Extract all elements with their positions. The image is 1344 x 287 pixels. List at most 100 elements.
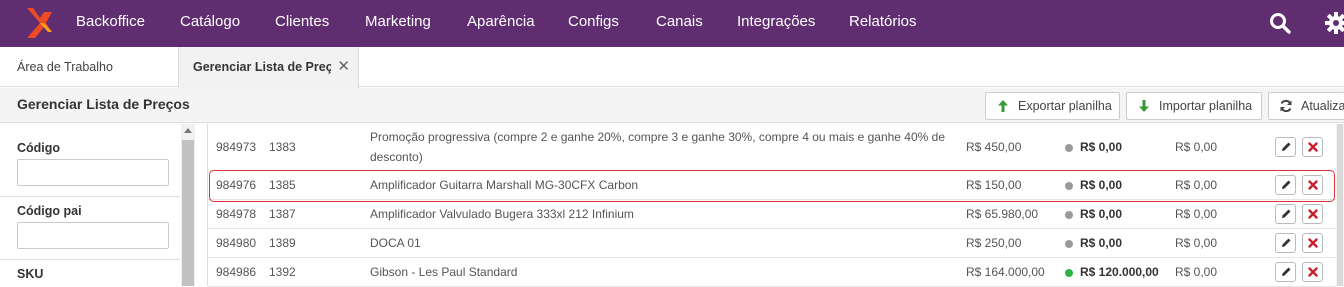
- edit-button[interactable]: [1275, 137, 1296, 157]
- scrollbar-thumb[interactable]: [182, 140, 194, 286]
- cell-id: 984973: [216, 140, 257, 154]
- status-dot: [1065, 144, 1073, 152]
- cell-description: Amplificador Valvulado Bugera 333xl 212 …: [370, 207, 634, 221]
- cell-price: R$ 65.980,00: [966, 207, 1039, 221]
- pencil-icon: [1282, 238, 1291, 247]
- delete-button[interactable]: [1302, 233, 1323, 253]
- cell-extra-price: R$ 0,00: [1175, 265, 1218, 279]
- price-list-table: 984973 1383 Promoção progressiva (compre 2…: [208, 124, 1336, 287]
- x-icon: [1308, 238, 1318, 248]
- pencil-icon: [1282, 209, 1291, 218]
- cell-extra-price: R$ 0,00: [1175, 140, 1218, 154]
- tab-gerenciar-lista-de-precos[interactable]: Gerenciar Lista de Preços ✕: [178, 47, 359, 88]
- cell-promo-price: R$ 0,00: [1080, 236, 1123, 250]
- status-dot: [1065, 211, 1073, 219]
- table-scrollbar[interactable]: [1336, 124, 1344, 286]
- nav-canais[interactable]: Canais: [656, 0, 703, 47]
- logo-icon[interactable]: [24, 6, 54, 40]
- import-label: Importar planilha: [1159, 99, 1253, 113]
- sku-label: SKU: [17, 267, 44, 281]
- cell-price: R$ 164.000,00: [966, 265, 1045, 279]
- x-icon: [1308, 209, 1318, 219]
- table-row[interactable]: 984976 1385 Amplificador Guitarra Marshall…: [208, 171, 1336, 200]
- scroll-up-arrow-icon[interactable]: [184, 128, 192, 133]
- delete-button[interactable]: [1302, 137, 1323, 157]
- refresh-icon: [1280, 99, 1292, 113]
- tab-label: Gerenciar Lista de Preços: [193, 60, 331, 74]
- nav-aparencia[interactable]: Aparência: [467, 0, 535, 47]
- export-spreadsheet-button[interactable]: Exportar planilha: [985, 92, 1120, 120]
- cell-extra-price: R$ 0,00: [1175, 236, 1218, 250]
- cell-description: Amplificador Guitarra Marshall MG-30CFX …: [370, 178, 639, 192]
- table-row[interactable]: 984980 1389 DOCA 01 R$ 250,00 R$ 0,00 R$ 0,00: [208, 229, 1336, 258]
- status-dot: [1065, 240, 1073, 248]
- edit-button[interactable]: [1275, 262, 1296, 282]
- cell-parent-code: 1392: [269, 265, 296, 279]
- filter-panel: Código Código pai SKU: [0, 124, 195, 286]
- search-icon[interactable]: [1268, 11, 1292, 35]
- codigo-label: Código: [17, 141, 61, 155]
- nav-configs[interactable]: Configs: [568, 0, 619, 47]
- cell-description: Gibson - Les Paul Standard: [370, 265, 518, 279]
- table-row[interactable]: 984986 1392 Gibson - Les Paul Standard R$ 1…: [208, 258, 1336, 287]
- refresh-label: Atualizar: [1301, 99, 1344, 113]
- cell-id: 984976: [216, 178, 257, 192]
- cell-id: 984986: [216, 265, 257, 279]
- nav-clientes[interactable]: Clientes: [275, 0, 329, 47]
- divider: [0, 196, 180, 197]
- x-icon: [1308, 142, 1318, 152]
- nav-relatorios[interactable]: Relatórios: [849, 0, 917, 47]
- edit-button[interactable]: [1275, 175, 1296, 195]
- tab-bar: Área de Trabalho Gerenciar Lista de Preç…: [0, 47, 1344, 88]
- cell-price: R$ 450,00: [966, 140, 1022, 154]
- x-icon: [1308, 180, 1318, 190]
- delete-button[interactable]: [1302, 204, 1323, 224]
- pencil-icon: [1282, 180, 1291, 189]
- table-row[interactable]: 984973 1383 Promoção progressiva (compre 2…: [208, 124, 1336, 171]
- codigo-input[interactable]: [17, 159, 169, 186]
- tab-label: Área de Trabalho: [17, 60, 113, 74]
- delete-button[interactable]: [1302, 175, 1323, 195]
- codigo-pai-input[interactable]: [17, 222, 169, 249]
- cell-parent-code: 1383: [269, 140, 296, 154]
- edit-button[interactable]: [1275, 204, 1296, 224]
- cell-promo-price: R$ 0,00: [1080, 140, 1123, 154]
- cell-extra-price: R$ 0,00: [1175, 207, 1218, 221]
- import-spreadsheet-button[interactable]: Importar planilha: [1126, 92, 1262, 120]
- cell-promo-price: R$ 0,00: [1080, 207, 1123, 221]
- arrow-up-icon: [998, 100, 1008, 112]
- x-icon: [1308, 267, 1318, 277]
- page-title: Gerenciar Lista de Preços: [17, 96, 190, 112]
- table-row[interactable]: 984978 1387 Amplificador Valvulado Bugera …: [208, 200, 1336, 229]
- scrollbar-thumb[interactable]: [1337, 124, 1343, 286]
- nav-backoffice[interactable]: Backoffice: [76, 0, 145, 47]
- gear-icon[interactable]: [1324, 11, 1344, 35]
- cell-price: R$ 150,00: [966, 178, 1022, 192]
- codigo-pai-label: Código pai: [17, 204, 82, 218]
- refresh-button[interactable]: Atualizar: [1268, 92, 1344, 120]
- edit-button[interactable]: [1275, 233, 1296, 253]
- cell-parent-code: 1387: [269, 207, 296, 221]
- cell-id: 984980: [216, 236, 257, 250]
- divider: [0, 259, 180, 260]
- status-dot: [1065, 182, 1073, 190]
- page-header: Gerenciar Lista de Preços Exportar plani…: [0, 88, 1344, 123]
- cell-description: DOCA 01: [370, 236, 421, 250]
- cell-parent-code: 1389: [269, 236, 296, 250]
- nav-integracoes[interactable]: Integrações: [737, 0, 815, 47]
- cell-id: 984978: [216, 207, 257, 221]
- tab-area-de-trabalho[interactable]: Área de Trabalho: [0, 47, 178, 87]
- nav-catalogo[interactable]: Catálogo: [180, 0, 240, 47]
- pencil-icon: [1282, 267, 1291, 276]
- top-navbar: Backoffice Catálogo Clientes Marketing A…: [0, 0, 1344, 47]
- close-tab-icon[interactable]: ✕: [337, 47, 350, 87]
- filter-scrollbar[interactable]: [181, 124, 195, 286]
- pencil-icon: [1282, 142, 1291, 151]
- delete-button[interactable]: [1302, 262, 1323, 282]
- cell-description: Promoção progressiva (compre 2 e ganhe 2…: [370, 130, 946, 164]
- cell-promo-price: R$ 0,00: [1080, 178, 1123, 192]
- nav-marketing[interactable]: Marketing: [365, 0, 431, 47]
- cell-price: R$ 250,00: [966, 236, 1022, 250]
- cell-promo-price: R$ 120.000,00: [1080, 265, 1159, 279]
- status-dot: [1065, 269, 1073, 277]
